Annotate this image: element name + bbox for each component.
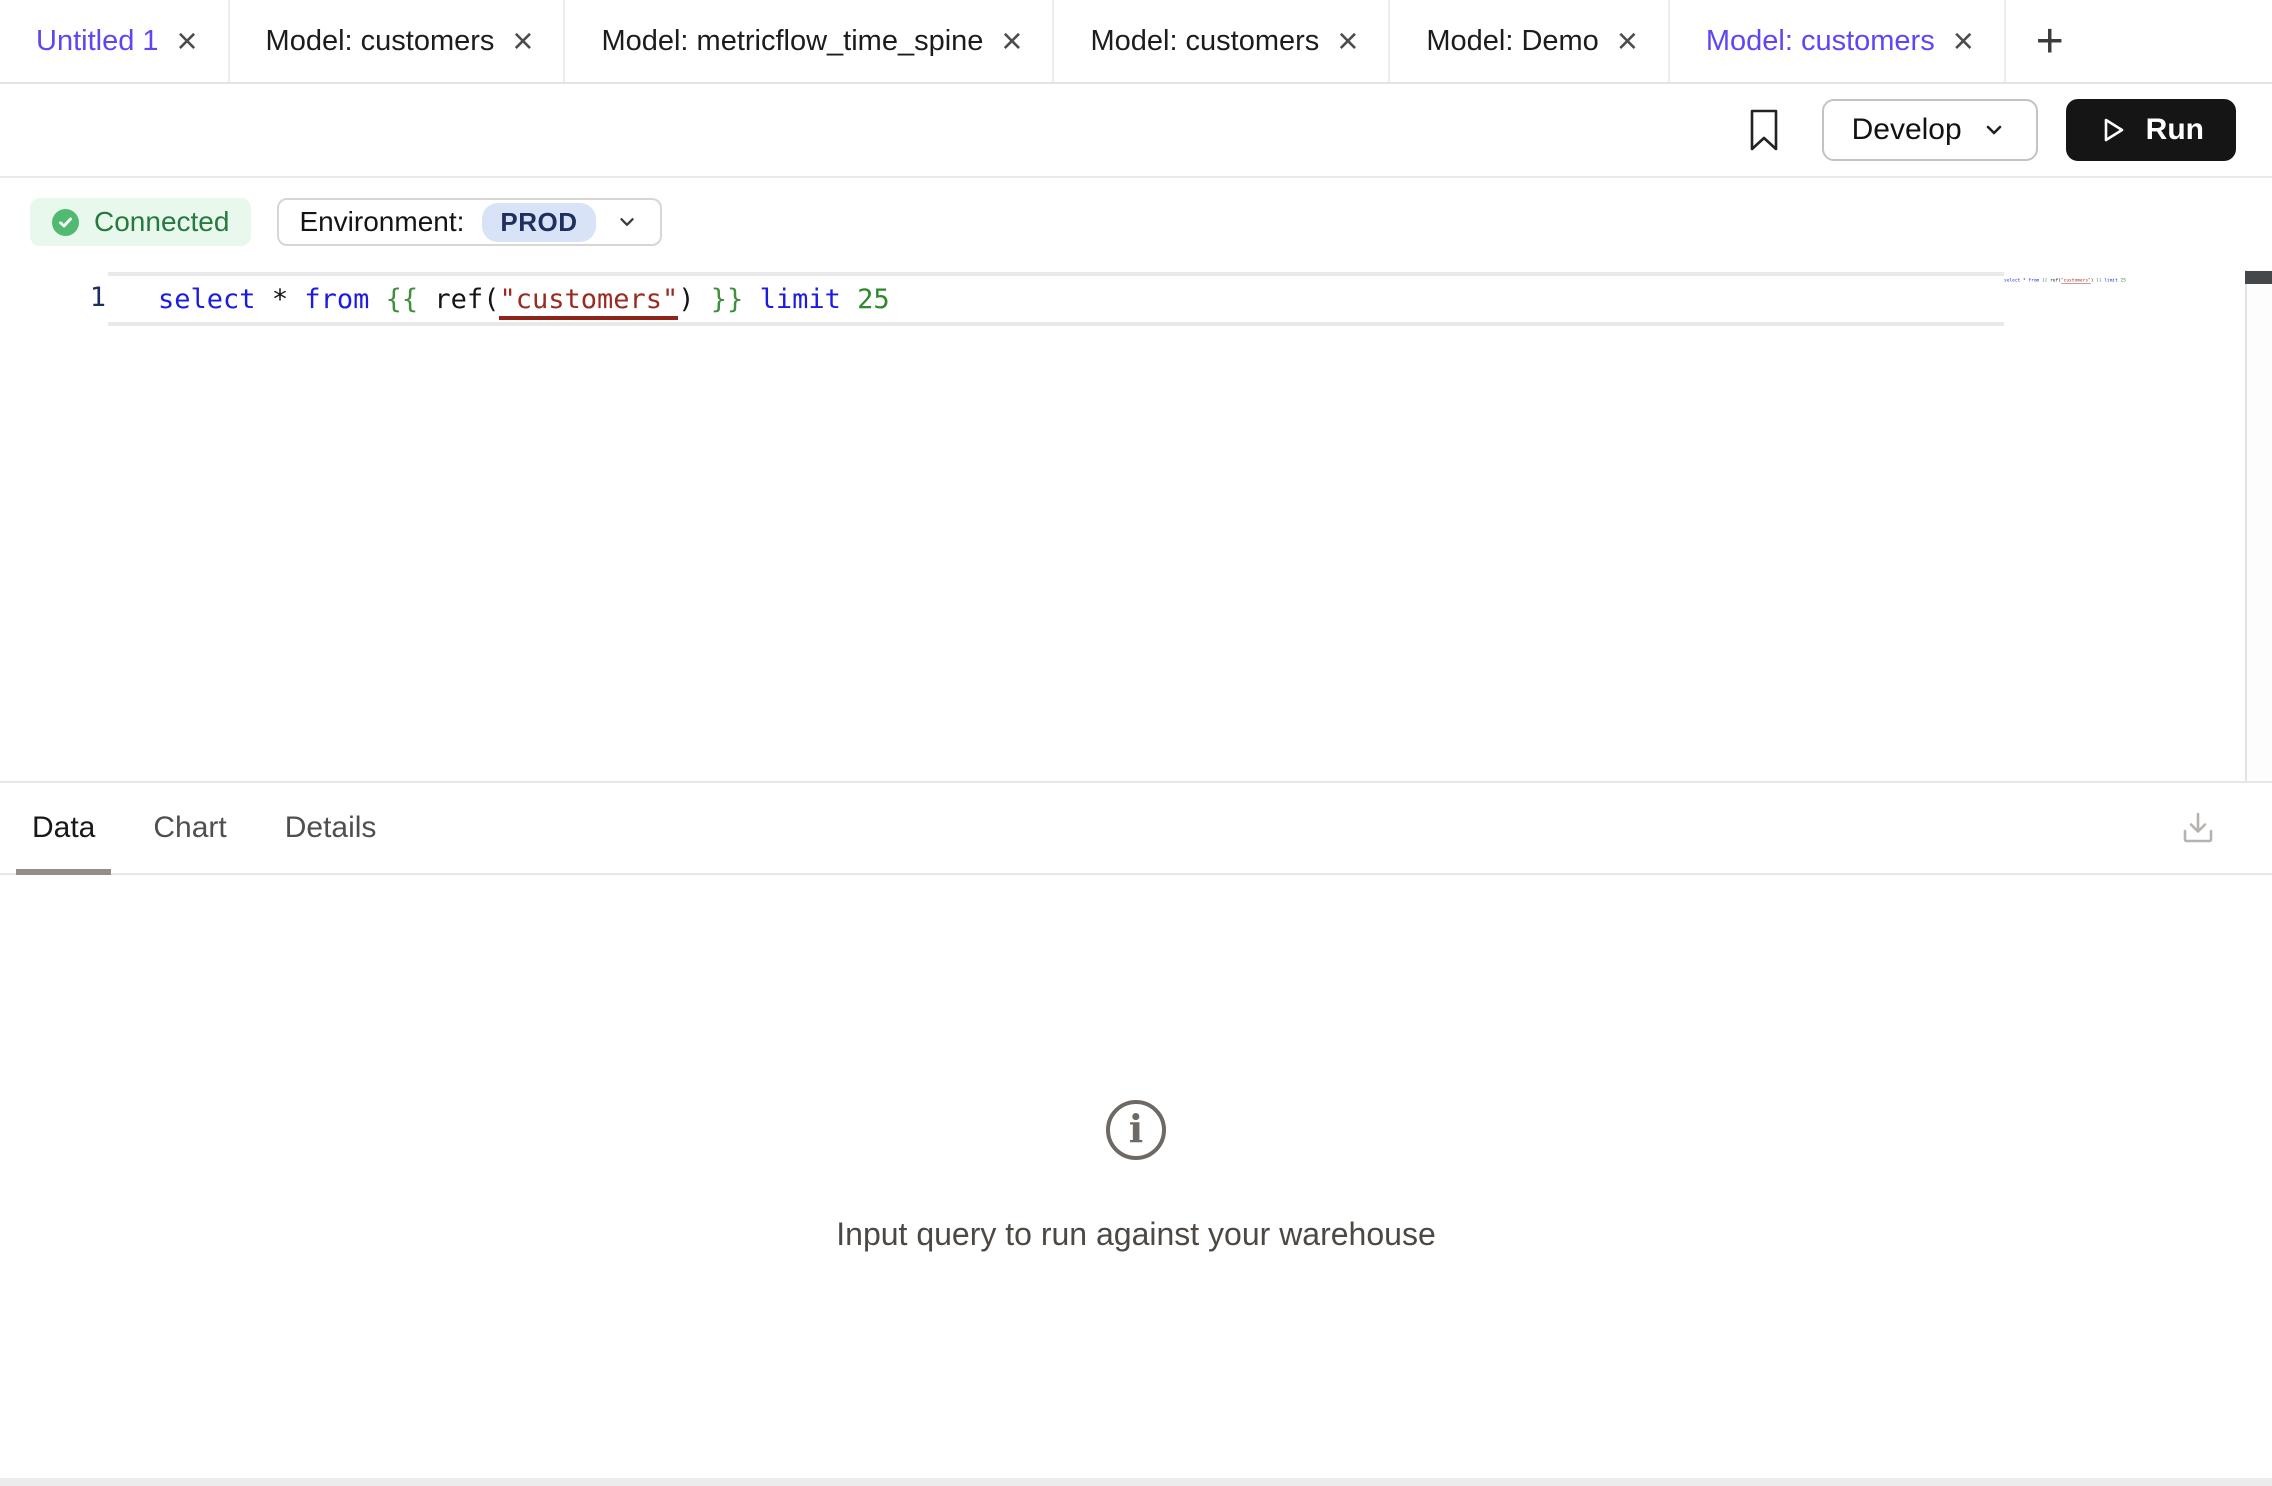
connected-status-label: Connected bbox=[94, 206, 229, 238]
close-icon[interactable]: × bbox=[177, 23, 198, 59]
tab-model-metricflow-time-spine[interactable]: Model: metricflow_time_spine × bbox=[565, 0, 1054, 82]
scrollbar-thumb[interactable] bbox=[2245, 271, 2272, 284]
tab-label: Model: Demo bbox=[1426, 25, 1598, 58]
run-button-label: Run bbox=[2146, 113, 2204, 147]
tab-chart[interactable]: Chart bbox=[153, 783, 226, 873]
download-icon bbox=[2176, 806, 2220, 850]
play-icon bbox=[2098, 115, 2128, 145]
horizontal-scrollbar-track[interactable] bbox=[0, 1478, 2272, 1486]
environment-value-badge: PROD bbox=[482, 203, 595, 242]
editor-minimap[interactable]: select * from {{ ref("customers") }} lim… bbox=[2004, 278, 2174, 314]
tab-chart-label: Chart bbox=[153, 811, 226, 845]
active-code-line[interactable]: select * from {{ ref("customers") }} lim… bbox=[108, 272, 2004, 326]
tab-model-demo[interactable]: Model: Demo × bbox=[1390, 0, 1670, 82]
tab-label: Model: customers bbox=[1706, 25, 1935, 58]
toolbar: Develop Run bbox=[0, 84, 2272, 178]
empty-state-message: Input query to run against your warehous… bbox=[836, 1216, 1435, 1253]
tab-label: Untitled 1 bbox=[36, 25, 159, 58]
info-icon-glyph: i bbox=[1129, 1110, 1143, 1150]
tab-details[interactable]: Details bbox=[285, 783, 377, 873]
minimap-code-line: select * from {{ ref("customers") }} lim… bbox=[2004, 278, 2081, 283]
line-number: 1 bbox=[0, 282, 106, 313]
close-icon[interactable]: × bbox=[512, 23, 533, 59]
code-line-content: select * from {{ ref("customers") }} lim… bbox=[108, 284, 890, 315]
tab-untitled-1[interactable]: Untitled 1 × bbox=[0, 0, 230, 82]
environment-label: Environment: bbox=[299, 206, 464, 238]
ide-window: Untitled 1 × Model: customers × Model: m… bbox=[0, 0, 2272, 1486]
close-icon[interactable]: × bbox=[1001, 23, 1022, 59]
bookmark-icon[interactable] bbox=[1746, 107, 1782, 153]
chevron-down-icon bbox=[1980, 116, 2008, 144]
close-icon[interactable]: × bbox=[1617, 23, 1638, 59]
environment-dropdown[interactable]: Environment: PROD bbox=[277, 198, 661, 246]
new-tab-button[interactable]: + bbox=[2006, 0, 2094, 82]
develop-button-label: Develop bbox=[1852, 113, 1962, 147]
close-icon[interactable]: × bbox=[1337, 23, 1358, 59]
results-tab-bar: Data Chart Details bbox=[0, 781, 2272, 875]
tab-model-customers-2[interactable]: Model: customers × bbox=[1054, 0, 1390, 82]
editor-vertical-scrollbar[interactable] bbox=[2245, 270, 2272, 781]
check-circle-icon bbox=[52, 209, 79, 236]
close-icon[interactable]: × bbox=[1953, 23, 1974, 59]
chevron-down-icon bbox=[614, 209, 640, 235]
ref-customers-link[interactable]: "customers" bbox=[499, 284, 678, 320]
develop-button[interactable]: Develop bbox=[1822, 99, 2038, 161]
tab-details-label: Details bbox=[285, 811, 377, 845]
sql-editor[interactable]: 1 select * from {{ ref("customers") }} l… bbox=[0, 266, 2272, 781]
tab-label: Model: customers bbox=[266, 25, 495, 58]
download-results-button[interactable] bbox=[2176, 806, 2220, 850]
results-empty-state: i Input query to run against your wareho… bbox=[0, 875, 2272, 1478]
connected-status-badge: Connected bbox=[30, 198, 251, 246]
tab-data-label: Data bbox=[32, 811, 95, 845]
tab-model-customers-1[interactable]: Model: customers × bbox=[230, 0, 566, 82]
plus-icon: + bbox=[2036, 14, 2064, 69]
info-icon: i bbox=[1106, 1100, 1166, 1160]
run-button[interactable]: Run bbox=[2066, 99, 2236, 161]
tab-model-customers-3[interactable]: Model: customers × bbox=[1670, 0, 2006, 82]
tab-label: Model: customers bbox=[1090, 25, 1319, 58]
connection-status-row: Connected Environment: PROD bbox=[0, 178, 2272, 266]
tab-label: Model: metricflow_time_spine bbox=[601, 25, 983, 58]
tab-data[interactable]: Data bbox=[32, 783, 95, 873]
editor-tab-bar: Untitled 1 × Model: customers × Model: m… bbox=[0, 0, 2272, 84]
